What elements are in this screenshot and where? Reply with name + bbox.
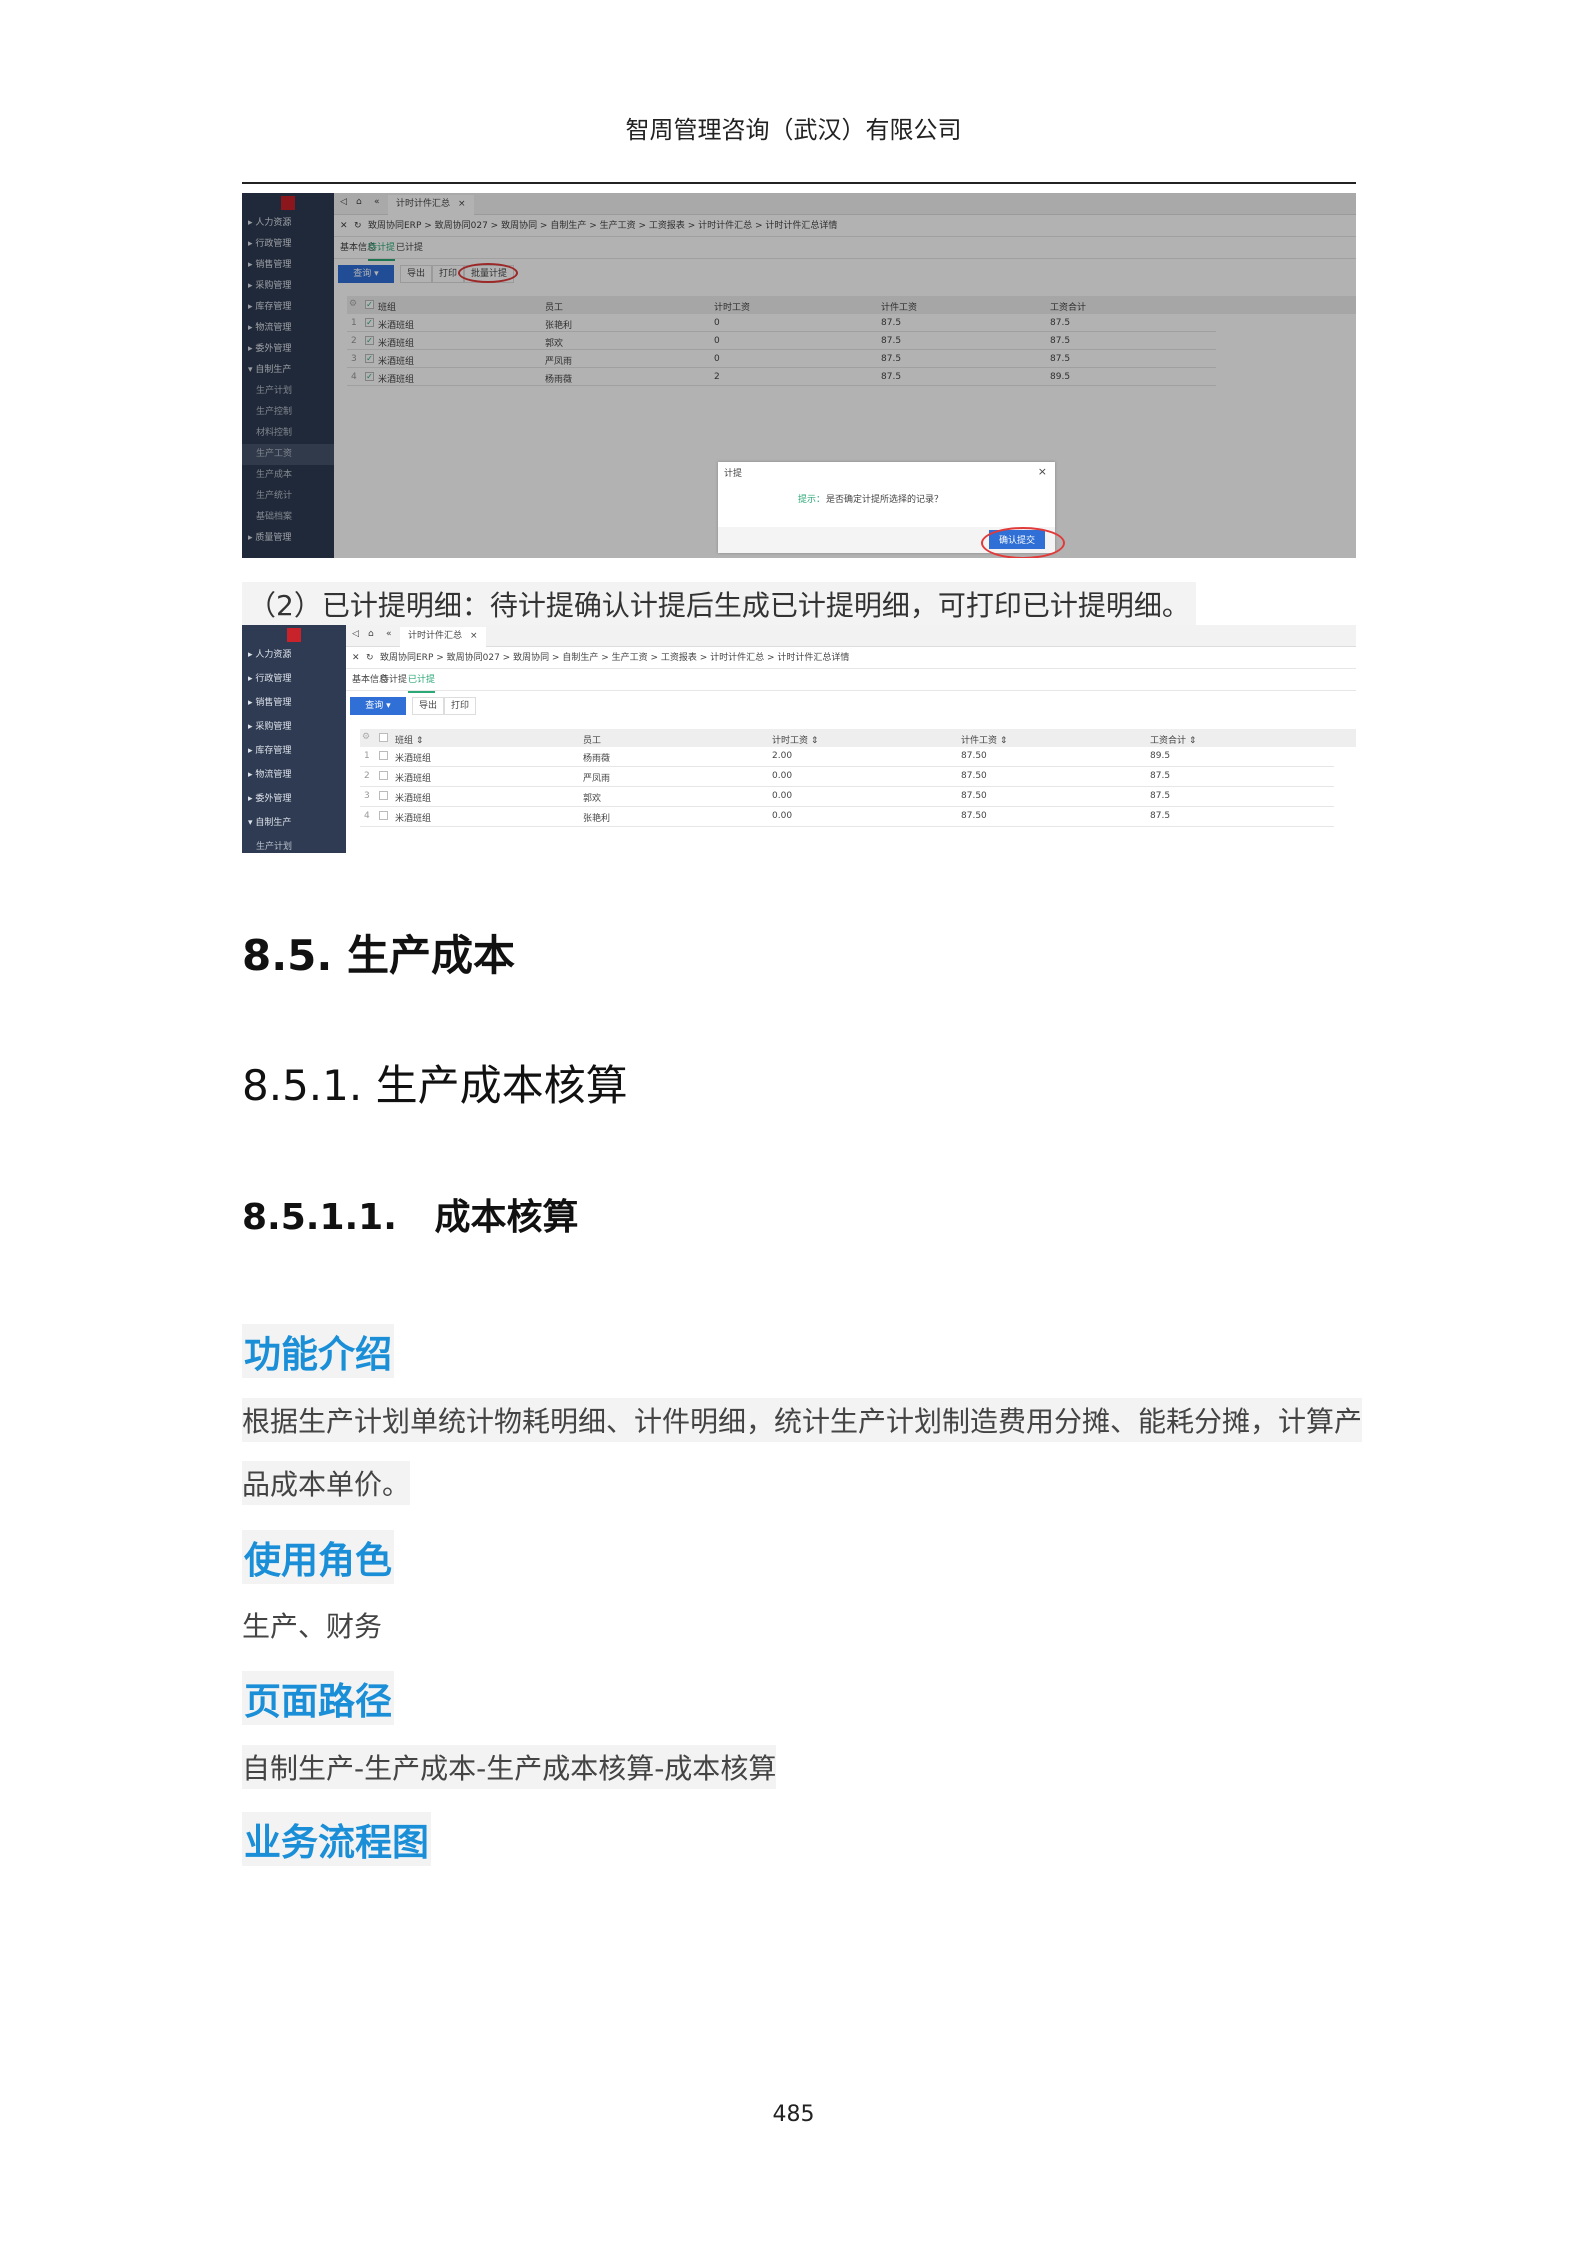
table-cell: 0.00 [772, 791, 793, 801]
collapse-icon[interactable]: « [386, 629, 392, 639]
row-checkbox[interactable] [379, 771, 388, 780]
table-cell: 2.00 [772, 751, 793, 761]
print-button[interactable]: 打印 [444, 697, 477, 715]
row-number: 3 [364, 791, 370, 801]
table-cell: 张艳利 [583, 814, 611, 824]
tab-bar: ◁ ⌂ « 计时计件汇总 × [346, 625, 1356, 647]
table-cell: 郭欢 [583, 794, 602, 804]
table-row[interactable] [360, 807, 1334, 827]
table-cell: 87.5 [1150, 811, 1171, 821]
close-icon[interactable]: × [470, 631, 478, 641]
close-icon[interactable]: ✕ [352, 647, 360, 669]
dialog-hint-label: 提示： [798, 495, 826, 505]
table-cell: 严凤雨 [583, 774, 611, 784]
path-text: 自制生产-生产成本-生产成本核算-成本核算 [242, 1745, 777, 1789]
back-icon[interactable]: ◁ [352, 629, 359, 639]
subtab-row: 基本信息 待计提 已计提 [346, 669, 1356, 693]
row-number: 1 [364, 751, 370, 761]
query-button[interactable]: 查询 ▾ [350, 697, 406, 715]
sidebar-item[interactable]: 生产计划 [256, 835, 292, 853]
select-all-checkbox[interactable] [379, 733, 388, 742]
page-header: 智周管理咨询（武汉）有限公司 [625, 116, 962, 144]
column-header[interactable]: 员工 [583, 733, 601, 746]
role-title: 使用角色 [242, 1530, 394, 1584]
path-title: 页面路径 [242, 1671, 394, 1725]
subtab[interactable]: 已计提 [408, 669, 436, 693]
row-checkbox[interactable] [379, 791, 388, 800]
table-cell: 87.50 [961, 791, 987, 801]
toolbar: 查询 ▾ 导出 打印 [346, 695, 1356, 717]
dialog-close-icon[interactable]: × [1038, 465, 1047, 478]
dialog-hint: 是否确定计提所选择的记录？ [826, 495, 944, 505]
caption: （2）已计提明细：待计提确认计提后生成已计提明细，可打印已计提明细。 [242, 582, 1196, 626]
row-number: 4 [364, 811, 370, 821]
section-heading-8-5: 8.5. 生产成本 [242, 931, 515, 980]
screenshot-accrued-detail: ▸ 人力资源 ▸ 行政管理 ▸ 销售管理 ▸ 采购管理 ▸ 库存管理 ▸ 物流管理 ▸ 委外… [242, 625, 1356, 853]
sidebar: ▸ 人力资源 ▸ 行政管理 ▸ 销售管理 ▸ 采购管理 ▸ 库存管理 ▸ 物流管理 ▸ 委外… [242, 625, 346, 853]
table-cell: 米酒班组 [395, 754, 432, 764]
screenshot-pending-accrual: ▸ 人力资源 ▸ 行政管理 ▸ 销售管理 ▸ 采购管理 ▸ 库存管理 ▸ 物流管理 ▸ 委外… [242, 193, 1356, 558]
func-text-line2: 品成本单价。 [242, 1461, 411, 1505]
column-header[interactable]: 工资合计 ⇕ [1150, 733, 1196, 746]
subtab[interactable]: 待计提 [380, 669, 407, 691]
breadcrumb-row: ✕ ↻ 致周协同ERP > 致周协同027 > 致周协同 > 自制生产 > 生产工资… [346, 647, 1356, 669]
func-title: 功能介绍 [242, 1324, 394, 1378]
refresh-icon[interactable]: ↻ [366, 647, 374, 669]
sidebar-item[interactable]: ▸ 行政管理 [248, 667, 291, 691]
main-panel: ◁ ⌂ « 计时计件汇总 × ✕ ↻ 致周协同ERP > 致周协同027 > 致周协同 > 自… [346, 625, 1356, 853]
table-row[interactable] [360, 747, 1334, 767]
table-row[interactable] [360, 767, 1334, 787]
table-cell: 0.00 [772, 771, 793, 781]
tab-label: 计时计件汇总 [408, 631, 463, 641]
section-heading-8-5-1-1: 8.5.1.1. 成本核算 [242, 1197, 579, 1238]
table-header [360, 729, 1356, 747]
sidebar-item[interactable]: ▸ 采购管理 [248, 715, 291, 739]
table-cell: 米酒班组 [395, 794, 432, 804]
logo-icon [287, 628, 301, 642]
func-text-line1: 根据生产计划单统计物耗明细、计件明细，统计生产计划制造费用分摊、能耗分摊，计算产 [242, 1398, 1363, 1442]
table-cell: 87.50 [961, 771, 987, 781]
sidebar-item[interactable]: ▸ 人力资源 [248, 643, 291, 667]
dialog-title: 计提 [724, 469, 743, 479]
highlight-ellipse [981, 527, 1065, 558]
table-cell: 0.00 [772, 811, 793, 821]
header-divider [242, 182, 1356, 184]
table-cell: 87.50 [961, 811, 987, 821]
table-cell: 87.50 [961, 751, 987, 761]
table-cell: 杨雨薇 [583, 754, 611, 764]
table-cell: 87.5 [1150, 771, 1171, 781]
confirm-dialog: 计提 × 提示： 是否确定计提所选择的记录？ 确认提交 [718, 462, 1065, 558]
settings-icon[interactable]: ⚙ [362, 732, 370, 742]
row-number: 2 [364, 771, 370, 781]
sidebar-item[interactable]: ▸ 销售管理 [248, 691, 291, 715]
column-header[interactable]: 班组 ⇕ [395, 733, 423, 746]
table-cell: 87.5 [1150, 791, 1171, 801]
breadcrumb: 致周协同ERP > 致周协同027 > 致周协同 > 自制生产 > 生产工资 >… [380, 653, 850, 663]
sidebar-item[interactable]: ▾ 自制生产 [248, 811, 291, 835]
table-cell: 89.5 [1150, 751, 1171, 761]
section-heading-8-5-1: 8.5.1. 生产成本核算 [242, 1061, 628, 1110]
row-checkbox[interactable] [379, 811, 388, 820]
table-cell: 米酒班组 [395, 814, 432, 824]
column-header[interactable]: 计件工资 ⇕ [961, 733, 1007, 746]
export-button[interactable]: 导出 [412, 697, 445, 715]
table-cell: 米酒班组 [395, 774, 432, 784]
table-row[interactable] [360, 787, 1334, 807]
row-checkbox[interactable] [379, 751, 388, 760]
flow-title: 业务流程图 [242, 1812, 431, 1866]
role-text: 生产、财务 [242, 1610, 383, 1643]
sidebar-item[interactable]: ▸ 库存管理 [248, 739, 291, 763]
page-number: 485 [772, 2102, 815, 2127]
home-icon[interactable]: ⌂ [368, 629, 374, 639]
tab-active[interactable]: 计时计件汇总 × [400, 627, 486, 647]
column-header[interactable]: 计时工资 ⇕ [772, 733, 818, 746]
sidebar-item[interactable]: ▸ 物流管理 [248, 763, 291, 787]
sidebar-item[interactable]: ▸ 委外管理 [248, 787, 291, 811]
